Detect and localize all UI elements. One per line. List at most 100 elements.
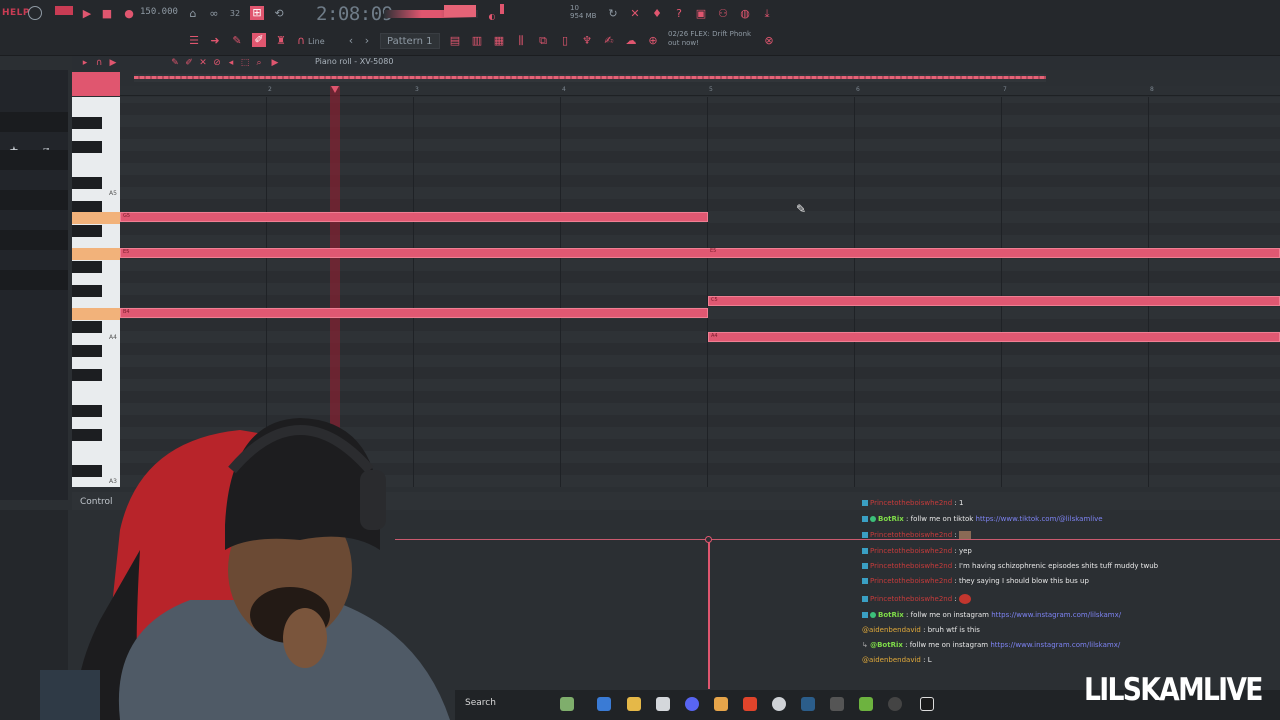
file-explorer-icon[interactable]: [627, 697, 641, 711]
highlighted-key[interactable]: [72, 212, 120, 224]
pencil-tool-icon[interactable]: ✎: [168, 56, 182, 70]
chat-username[interactable]: @aidenbendavid: [862, 656, 921, 664]
widgets-icon[interactable]: [560, 697, 574, 711]
chat-username[interactable]: Princetotheboiswhe2nd: [870, 499, 952, 507]
stamp-icon[interactable]: ♜: [274, 34, 288, 48]
arrow-right-icon[interactable]: ➜: [208, 34, 222, 48]
brave-browser-icon[interactable]: [743, 697, 757, 711]
chat-username[interactable]: Princetotheboiswhe2nd: [870, 547, 952, 555]
chat-username[interactable]: Princetotheboiswhe2nd: [870, 531, 952, 539]
pitch-knob-icon[interactable]: ◐: [485, 10, 499, 24]
steam-icon[interactable]: [801, 697, 815, 711]
playlist-view-icon[interactable]: ▤: [448, 34, 462, 48]
news-ticker[interactable]: 02/26 FLEX: Drift Phonk out now!: [668, 30, 751, 48]
scrollbar-thumb[interactable]: [134, 76, 1046, 79]
touch-keyboard-icon[interactable]: ✍: [602, 34, 616, 48]
black-key[interactable]: [72, 285, 102, 297]
mute-tool-icon[interactable]: ⊘: [210, 56, 224, 70]
chat-username[interactable]: Princetotheboiswhe2nd: [870, 595, 952, 603]
discord-icon[interactable]: [685, 697, 699, 711]
chat-username[interactable]: @aidenbendavid: [862, 626, 921, 634]
note[interactable]: C5: [708, 296, 1280, 306]
browser-icon[interactable]: ▯: [558, 34, 572, 48]
chevron-left-icon[interactable]: ‹: [344, 34, 358, 48]
mixer-icon[interactable]: ⫼: [514, 34, 528, 48]
black-key[interactable]: [72, 345, 102, 357]
master-volume-knob[interactable]: [28, 6, 42, 20]
help-question-icon[interactable]: ?: [672, 7, 686, 21]
slice-tool-icon[interactable]: ◂: [224, 56, 238, 70]
zoom-tool-icon[interactable]: ⌕: [252, 56, 266, 70]
chat-link[interactable]: https://www.instagram.com/lilskamx/: [990, 641, 1120, 649]
obs-icon[interactable]: [772, 697, 786, 711]
panic-icon[interactable]: ✕: [628, 7, 642, 21]
channel-rack-icon[interactable]: ▦: [492, 34, 506, 48]
network-icon[interactable]: ⚇: [716, 7, 730, 21]
download-icon[interactable]: ⤓: [760, 7, 774, 21]
cloud-icon[interactable]: ☁: [624, 34, 638, 48]
black-key[interactable]: [72, 225, 102, 237]
magnet-snap-icon[interactable]: ∩: [92, 56, 106, 70]
pattern-selector[interactable]: Pattern 1: [380, 33, 440, 49]
plugin-database-icon[interactable]: ⧉: [536, 34, 550, 48]
stop-icon[interactable]: ■: [100, 7, 114, 21]
chat-username[interactable]: BotRix: [878, 611, 904, 619]
chat-link[interactable]: https://www.tiktok.com/@lilskamlive: [976, 515, 1103, 523]
playback-tool-icon[interactable]: ▶: [268, 56, 282, 70]
minecraft-icon[interactable]: [859, 697, 873, 711]
chevron-right-icon[interactable]: ›: [360, 34, 374, 48]
capcut-icon[interactable]: [920, 697, 934, 711]
loop-record-icon[interactable]: ⟲: [272, 7, 286, 21]
arrow-icon[interactable]: ▸: [78, 56, 92, 70]
magnet-icon[interactable]: ∩: [294, 34, 308, 48]
black-key[interactable]: [72, 141, 102, 153]
playlist-icon[interactable]: ☰: [187, 34, 201, 48]
highlighted-key[interactable]: [72, 248, 120, 260]
paint-brush-icon[interactable]: ✐: [252, 33, 266, 47]
shop-icon[interactable]: ⊕: [646, 34, 660, 48]
chat-username[interactable]: Princetotheboiswhe2nd: [870, 562, 952, 570]
playhead-marker[interactable]: [331, 86, 339, 93]
chat-username[interactable]: BotRix: [878, 515, 904, 523]
play-icon[interactable]: ▶: [80, 7, 94, 21]
delete-tool-icon[interactable]: ✕: [196, 56, 210, 70]
tempo-display[interactable]: 150.000: [140, 7, 178, 21]
metronome-icon[interactable]: ⌂: [186, 7, 200, 21]
time-ruler[interactable]: 2 3 4 5 6 7 8: [120, 86, 1280, 96]
black-key[interactable]: [72, 177, 102, 189]
black-key[interactable]: [72, 321, 102, 333]
wait-input-icon[interactable]: ∞: [207, 7, 221, 21]
horizontal-scrollbar[interactable]: [134, 74, 1046, 82]
help-menu[interactable]: HELP: [2, 8, 30, 18]
chat-bubble-icon[interactable]: ◍: [738, 7, 752, 21]
chat-username[interactable]: Princetotheboiswhe2nd: [870, 577, 952, 585]
master-pitch-slider[interactable]: [500, 4, 504, 14]
store-icon[interactable]: [656, 697, 670, 711]
close-circle-icon[interactable]: ⊗: [762, 34, 776, 48]
save-icon[interactable]: ▣: [694, 7, 708, 21]
note[interactable]: B4: [120, 308, 708, 318]
app-icon[interactable]: [830, 697, 844, 711]
countdown-icon[interactable]: 32: [228, 7, 242, 21]
pencil-icon[interactable]: ✎: [230, 34, 244, 48]
taskbar-search[interactable]: Search: [465, 698, 496, 708]
black-key[interactable]: [72, 369, 102, 381]
chat-username[interactable]: @BotRix: [870, 641, 903, 649]
velocity-handle[interactable]: [705, 536, 712, 543]
plug-icon[interactable]: ♆: [580, 34, 594, 48]
copilot-icon[interactable]: [597, 697, 611, 711]
record-icon[interactable]: ●: [122, 7, 136, 21]
snap-mode-label[interactable]: Line: [308, 37, 325, 46]
note[interactable]: G5: [120, 212, 708, 222]
note[interactable]: A4: [708, 332, 1280, 342]
highlighted-key[interactable]: [72, 308, 120, 320]
refresh-icon[interactable]: ↻: [606, 7, 620, 21]
black-key[interactable]: [72, 261, 102, 273]
play-preview-icon[interactable]: ▶: [106, 56, 120, 70]
piano-roll-view-icon[interactable]: ▥: [470, 34, 484, 48]
paint-tool-icon[interactable]: ✐: [182, 56, 196, 70]
song-mode-toggle[interactable]: [55, 6, 73, 15]
chat-link[interactable]: https://www.instagram.com/lilskamx/: [991, 611, 1121, 619]
step-edit-icon[interactable]: ⊞: [250, 6, 264, 20]
mic-icon[interactable]: ♦: [650, 7, 664, 21]
